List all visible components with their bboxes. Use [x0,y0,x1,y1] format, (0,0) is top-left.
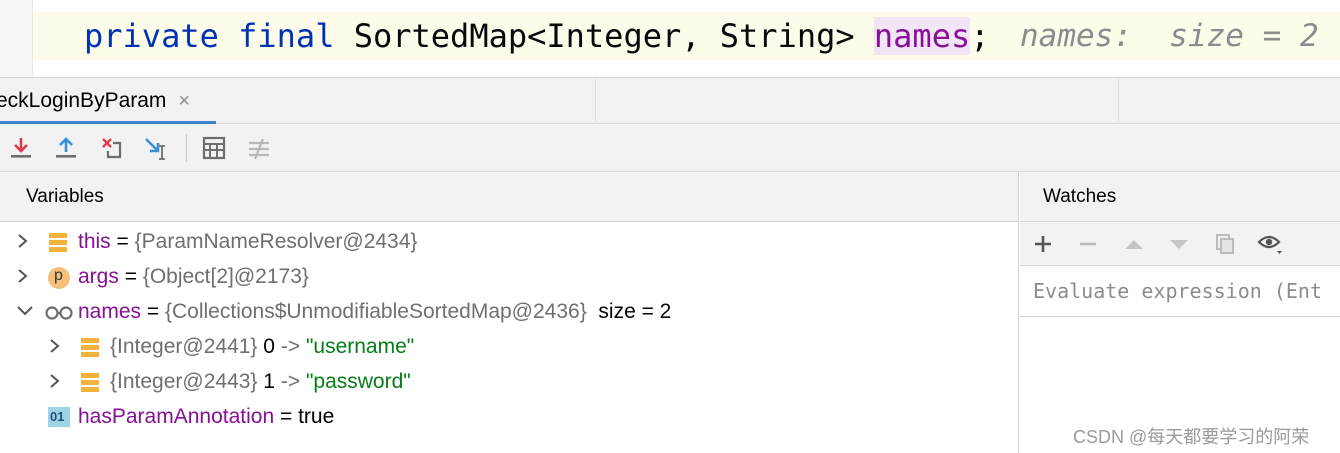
copy-icon[interactable] [1211,230,1239,258]
map-entry-row[interactable]: {Integer@2441} 0 -> "username" [0,329,1018,364]
entry-index: 0 [263,335,275,358]
inline-debug-value[interactable]: names: size = 2 [1020,14,1319,58]
chevron-right-icon[interactable] [16,266,34,286]
chevron-right-icon[interactable] [48,371,66,391]
tab-checkloginbyparam[interactable]: eckLoginByParam × [0,78,216,125]
show-options-eye-icon[interactable] [1256,230,1290,258]
debug-tab-bar: eckLoginByParam × [0,77,1340,125]
variable-name: hasParamAnnotation [78,405,275,428]
map-entry-row[interactable]: {Integer@2443} 1 -> "password" [0,364,1018,399]
step-out-icon[interactable] [50,132,82,164]
move-up-icon[interactable] [1120,230,1148,258]
variable-value: true [298,405,335,428]
tab-label: eckLoginByParam [0,89,167,112]
variable-value: {ParamNameResolver@2434} [134,230,418,253]
param-icon-label: p [54,267,63,284]
watches-panel: Watches Evaluate expression (Ent [1020,172,1340,453]
editor-gutter [0,0,33,77]
variable-name: this [78,230,111,253]
panel-title: Watches [1043,186,1117,207]
field-icon [47,231,69,253]
entry-value: "username" [305,335,415,358]
field-icon [79,371,101,393]
evaluate-expression-placeholder: Evaluate expression (Ent [1033,279,1322,303]
variable-row-hasparamannotation[interactable]: 01 hasParamAnnotation = true [0,399,1018,434]
variables-panel: Variables this = {ParamNameResolver@2434… [0,172,1019,453]
drop-frame-icon[interactable] [96,132,128,164]
move-down-icon[interactable] [1165,230,1193,258]
keyword-final: final [238,17,335,55]
panel-title: Variables [26,186,104,207]
equals-sign: = [116,230,129,253]
equals-sign: = [146,300,160,323]
evaluate-expression-input[interactable]: Evaluate expression (Ent [1020,266,1340,317]
code-line[interactable]: private final SortedMap<Integer, String>… [84,14,989,58]
variable-name: args [78,265,119,288]
variable-row-args[interactable]: p args = {Object[2]@2173} [0,259,1018,294]
tab-divider [595,78,596,124]
close-icon[interactable]: × [178,90,190,113]
variable-row-names[interactable]: names = {Collections$UnmodifiableSortedM… [0,294,1018,329]
semicolon: ; [970,17,990,55]
trace-current-stream-icon[interactable] [243,132,275,164]
debugger-toolbar [0,124,1340,172]
watches-header: Watches [1020,172,1340,222]
entry-arrow: -> [280,370,301,393]
boolean-icon: 01 [48,407,70,427]
watermark: CSDN @每天都要学习的阿荣 [1073,427,1310,447]
keyword-private: private [84,17,219,55]
variables-header: Variables [0,172,1018,222]
toolbar-divider [186,134,187,162]
boolean-icon-label: 01 [50,409,65,424]
entry-key: {Integer@2441} [110,335,258,358]
remove-icon[interactable] [1074,230,1102,258]
field-name[interactable]: names [873,17,971,55]
equals-sign: = [124,265,137,288]
chevron-right-icon[interactable] [16,231,34,251]
chevron-right-icon[interactable] [48,336,66,356]
code-editor[interactable]: private final SortedMap<Integer, String>… [0,0,1340,77]
chevron-down-icon[interactable] [16,301,34,321]
equals-sign: = [279,405,293,428]
watches-toolbar [1020,222,1340,266]
variable-value: {Collections$UnmodifiableSortedMap@2436} [164,300,587,323]
variable-row-this[interactable]: this = {ParamNameResolver@2434} [0,224,1018,259]
field-icon [79,336,101,358]
variable-value: {Object[2]@2173} [142,265,309,288]
add-icon[interactable] [1029,230,1057,258]
step-into-icon[interactable] [5,132,37,164]
type-name: SortedMap<Integer, String> [353,17,855,55]
entry-value: "password" [305,370,411,393]
param-icon: p [47,266,70,289]
entry-index: 1 [263,370,275,393]
evaluate-expression-icon[interactable] [198,132,230,164]
tab-divider [1118,78,1119,124]
run-to-cursor-icon[interactable] [141,132,173,164]
size-annotation: size = 2 [598,300,672,323]
variable-name: names [78,300,142,323]
entry-arrow: -> [280,335,301,358]
watch-glasses-icon [44,301,74,323]
entry-key: {Integer@2443} [110,370,258,393]
